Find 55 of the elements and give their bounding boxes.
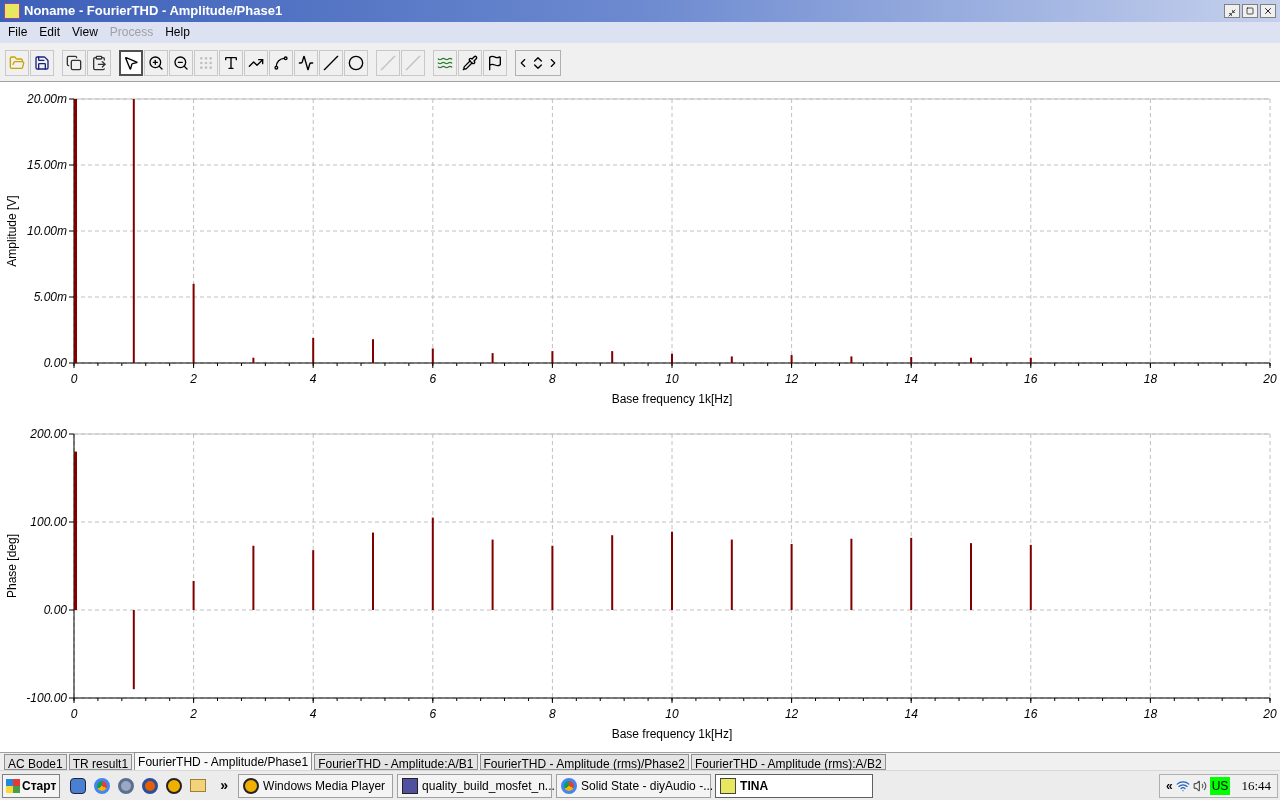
taskbar-button[interactable]: TINA <box>715 773 874 798</box>
tick-label: 0.00 <box>43 603 67 618</box>
start-button[interactable]: Старт <box>2 773 61 798</box>
y-axis-label: Phase [deg] <box>5 534 19 599</box>
y-axis-label: Amplitude [V] <box>5 195 19 267</box>
tick-label: 18 <box>1143 707 1158 722</box>
tick-label: 15.00m <box>26 158 67 173</box>
language-indicator[interactable]: US <box>1209 776 1231 795</box>
tab[interactable]: AC Bode1 <box>4 754 67 771</box>
menu-item[interactable]: Edit <box>33 23 67 42</box>
tick-label: 2 <box>190 707 197 722</box>
tick-label: 6 <box>429 372 437 387</box>
tick-label: 10 <box>665 372 679 387</box>
taskbar-button[interactable]: Solid State - diyAudio -... <box>556 773 712 798</box>
tick-label: 4 <box>309 372 317 387</box>
taskbar-button[interactable]: Windows Media Player <box>238 773 394 798</box>
tick-label: 20 <box>1263 372 1277 387</box>
tick-label: 20.00m <box>26 92 67 107</box>
tick-label: 16 <box>1024 372 1038 387</box>
tick-label: 8 <box>549 372 556 387</box>
menu-item[interactable]: File <box>2 23 34 42</box>
tab[interactable]: FourierTHD - Amplitude/Phase1 <box>134 752 313 771</box>
more-button[interactable]: » <box>220 775 229 797</box>
tab[interactable]: FourierTHD - Amplitude (rms)/Phase2 <box>479 754 689 771</box>
tick-label: 10 <box>665 707 679 722</box>
tick-label: 2 <box>190 372 197 387</box>
tick-label: 0.00 <box>43 356 67 371</box>
tab[interactable]: TR result1 <box>68 754 133 771</box>
tick-label: 8 <box>549 707 556 722</box>
expand-button[interactable]: « <box>1166 776 1173 795</box>
tick-label: 10.00m <box>26 224 67 239</box>
tick-label: 18 <box>1143 372 1158 387</box>
tick-label: 0 <box>70 372 78 387</box>
tick-label: 12 <box>784 372 799 387</box>
window-title: Noname - FourierTHD - Amplitude/Phase1 <box>24 2 283 21</box>
tick-label: 14 <box>904 372 918 387</box>
tick-label: -100.00 <box>26 691 67 706</box>
tick-label: 100.00 <box>30 515 67 530</box>
tick-label: 14 <box>904 707 918 722</box>
tab[interactable]: FourierTHD - Amplitude:A/B1 <box>314 754 478 771</box>
x-axis-label: Base frequency 1k[Hz] <box>611 727 733 742</box>
menu-item[interactable]: View <box>66 23 104 42</box>
tick-label: 16 <box>1024 707 1038 722</box>
tick-label: 200.00 <box>30 427 67 442</box>
tick-label: 12 <box>784 707 799 722</box>
x-axis-label: Base frequency 1k[Hz] <box>611 392 733 407</box>
tick-label: 5.00m <box>33 290 67 305</box>
tick-label: 20 <box>1263 707 1277 722</box>
tick-label: 6 <box>429 707 437 722</box>
clock: 16:44 <box>1241 776 1271 795</box>
tick-label: 4 <box>309 707 317 722</box>
tick-label: 0 <box>70 707 78 722</box>
menu-item[interactable]: Help <box>159 23 196 42</box>
taskbar-button[interactable]: quality_build_mosfet_n... <box>397 773 553 798</box>
tab[interactable]: FourierTHD - Amplitude (rms):A/B2 <box>690 754 886 771</box>
